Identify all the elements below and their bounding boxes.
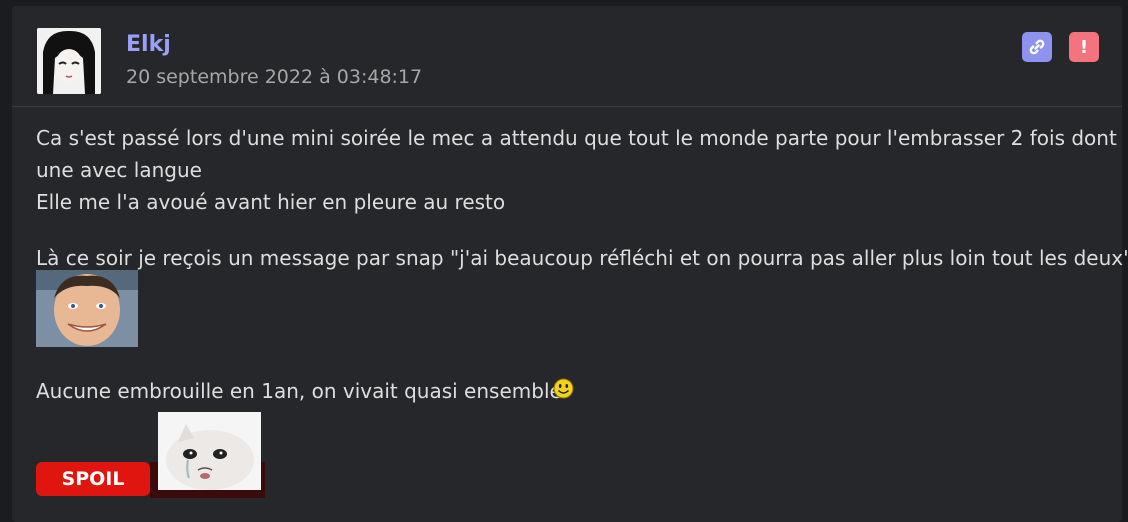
author-name[interactable]: Elkj xyxy=(126,32,171,57)
forum-post: Elkj 20 septembre 2022 à 03:48:17 ! Ca s… xyxy=(12,6,1128,522)
post-content: Ca s'est passé lors d'une mini soirée le… xyxy=(36,122,1128,274)
sticker-crying-cat-image xyxy=(158,412,261,490)
report-button[interactable]: ! xyxy=(1069,32,1099,62)
post-header: Elkj 20 septembre 2022 à 03:48:17 ! xyxy=(12,6,1122,107)
content-line: Ca s'est passé lors d'une mini soirée le… xyxy=(36,126,1117,150)
permalink-button[interactable] xyxy=(1022,32,1052,62)
sticker-macron[interactable] xyxy=(36,270,138,347)
content-line: Elle me l'a avoué avant hier en pleure a… xyxy=(36,190,506,214)
exclamation-icon: ! xyxy=(1079,36,1089,58)
smiley-icon xyxy=(553,378,574,399)
content-line: Là ce soir je reçois un message par snap… xyxy=(36,246,1128,270)
sticker-crying-cat[interactable] xyxy=(158,412,261,490)
sticker-macron-image xyxy=(36,270,138,347)
avatar-image xyxy=(37,28,101,94)
avatar[interactable] xyxy=(37,28,101,94)
spoiler-button[interactable]: SPOIL xyxy=(36,462,150,496)
content-line: une avec langue xyxy=(36,158,202,182)
post-date[interactable]: 20 septembre 2022 à 03:48:17 xyxy=(126,66,422,88)
content-line: Aucune embrouille en 1an, on vivait quas… xyxy=(36,379,562,403)
link-icon xyxy=(1029,39,1045,55)
